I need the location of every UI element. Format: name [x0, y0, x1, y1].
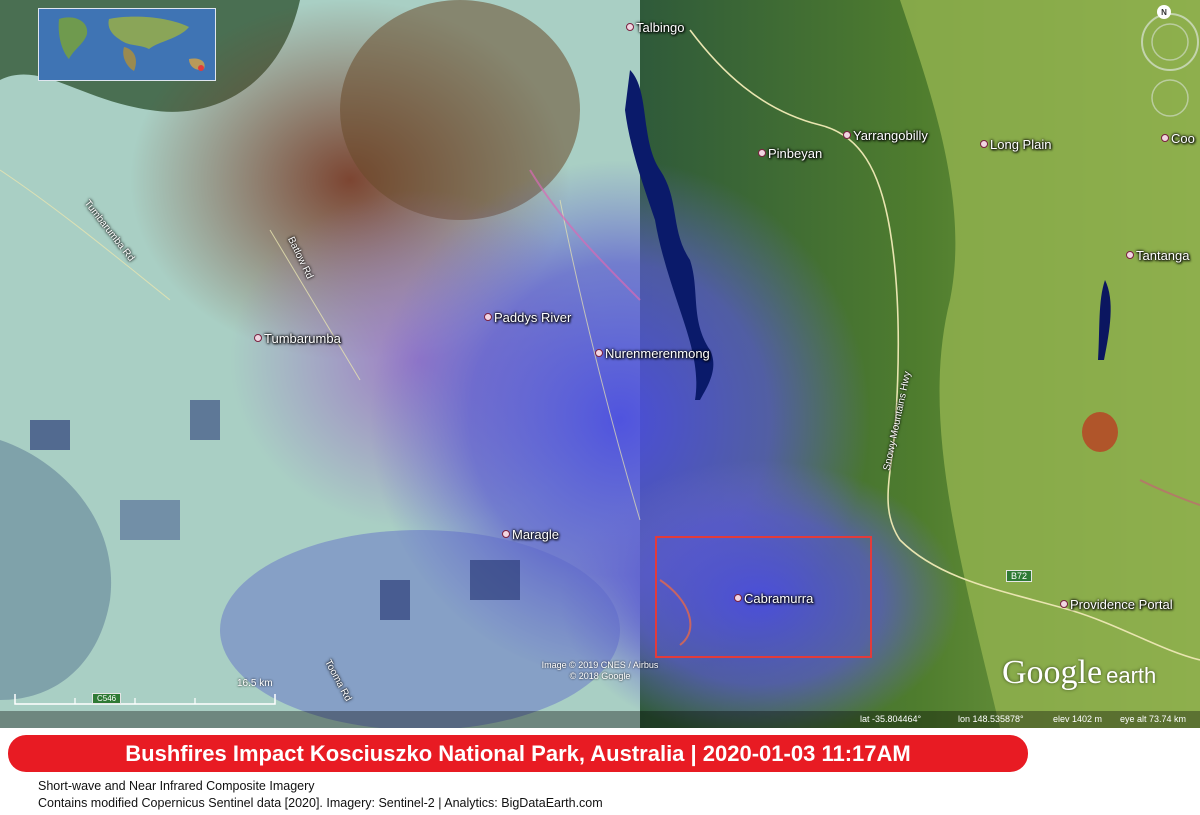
latitude-readout: lat -35.804464°	[860, 714, 922, 724]
place-marker-icon	[254, 334, 262, 342]
place-maragle[interactable]: Maragle	[502, 527, 559, 542]
satellite-map[interactable]: N Talbingo Yarrangobilly Pinbeyan Long P…	[0, 0, 1200, 728]
title-banner: Bushfires Impact Kosciuszko National Par…	[8, 735, 1028, 772]
road-shield-c546: C546	[92, 693, 122, 704]
place-pinbeyan[interactable]: Pinbeyan	[758, 146, 822, 161]
terrain-imagery	[0, 0, 1200, 728]
place-nurenmerenmong[interactable]: Nurenmerenmong	[595, 346, 710, 361]
world-overview-inset	[38, 8, 216, 81]
place-marker-icon	[484, 313, 492, 321]
place-marker-icon	[1060, 600, 1068, 608]
place-coo[interactable]: Coo	[1161, 131, 1195, 146]
place-marker-icon	[595, 349, 603, 357]
place-paddys-river[interactable]: Paddys River	[484, 310, 571, 325]
logo-google-text: Google	[1002, 654, 1103, 691]
scale-label: 16.5 km	[237, 678, 273, 689]
place-marker-icon	[843, 131, 851, 139]
compass-icon[interactable]: N	[1136, 2, 1200, 120]
place-talbingo[interactable]: Talbingo	[626, 20, 684, 35]
google-earth-logo: Google earth	[1002, 654, 1156, 692]
place-marker-icon	[980, 140, 988, 148]
road-shield-b72: B72	[1006, 570, 1033, 582]
logo-earth-text: earth	[1106, 663, 1157, 688]
place-marker-icon	[502, 530, 510, 538]
longitude-readout: lon 148.535878°	[958, 714, 1024, 724]
eye-altitude-readout: eye alt 73.74 km	[1120, 714, 1187, 724]
place-long-plain[interactable]: Long Plain	[980, 137, 1051, 152]
place-tumbarumba[interactable]: Tumbarumba	[254, 331, 341, 346]
place-providence-portal[interactable]: Providence Portal	[1060, 597, 1173, 612]
world-map-icon	[39, 9, 215, 80]
coordinates-status-bar: lat -35.804464° lon 148.535878° elev 140…	[0, 711, 1200, 728]
place-marker-icon	[1126, 251, 1134, 259]
elevation-readout: elev 1402 m	[1053, 714, 1103, 724]
caption-imagery-type: Short-wave and Near Infrared Composite I…	[38, 779, 315, 793]
place-marker-icon	[758, 149, 766, 157]
place-yarrangobilly[interactable]: Yarrangobilly	[843, 128, 928, 143]
caption-data-credits: Contains modified Copernicus Sentinel da…	[38, 796, 603, 810]
fire-highlight-box	[655, 536, 872, 658]
compass-north-label: N	[1161, 8, 1167, 17]
attribution-line: © 2018 Google	[569, 671, 631, 681]
attribution-line: Image © 2019 CNES / Airbus	[541, 660, 659, 670]
navigation-controls[interactable]: N	[1136, 2, 1200, 120]
place-marker-icon	[1161, 134, 1169, 142]
imagery-attribution: Image © 2019 CNES / Airbus © 2018 Google	[520, 660, 680, 682]
place-marker-icon	[626, 23, 634, 31]
scale-bar: 16.5 km	[14, 678, 276, 708]
place-tantanga[interactable]: Tantanga	[1126, 248, 1190, 263]
